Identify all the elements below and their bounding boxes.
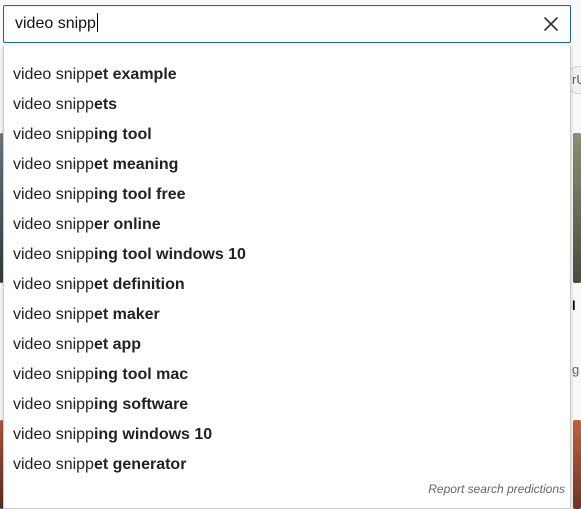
suggestion-prefix: video snipp [13,336,94,353]
suggestion-completion: et example [93,66,177,83]
suggestion-completion: ing tool mac [93,366,189,383]
suggestion-item[interactable]: video snippet generator [4,450,570,480]
suggestion-prefix: video snipp [13,126,94,143]
suggestion-prefix: video snipp [13,216,94,233]
suggestion-completion: ing tool [93,126,152,143]
suggestion-item[interactable]: video snipper online [4,210,570,240]
page: rU l g video snipp video snippet example… [0,0,581,509]
suggestion-item[interactable]: video snipping tool [4,120,570,150]
background-thumbnail [573,133,581,283]
suggestion-item[interactable]: video snipping tool mac [4,360,570,390]
suggestion-prefix: video snipp [13,186,94,203]
suggestion-prefix: video snipp [13,246,94,263]
suggestion-completion: er online [93,216,161,233]
suggestion-item[interactable]: video snippet maker [4,300,570,330]
suggestion-completion: et maker [93,306,160,323]
suggestion-completion: ing windows 10 [93,426,213,443]
suggestion-completion: et generator [93,456,187,473]
suggestion-item[interactable]: video snippets [4,90,570,120]
suggestion-completion: ing software [93,396,189,413]
suggestion-completion: ets [93,96,118,113]
suggestion-item[interactable]: video snippet meaning [4,150,570,180]
suggestion-prefix: video snipp [13,96,94,113]
suggestion-prefix: video snipp [13,306,94,323]
search-input[interactable]: video snipp [15,6,535,42]
suggestion-completion: et meaning [93,156,179,173]
suggestion-completion: ing tool free [93,186,186,203]
suggestion-prefix: video snipp [13,426,94,443]
search-query: video snipp [15,15,96,32]
suggestion-prefix: video snipp [13,366,94,383]
suggestion-list: video snippet example video snippets vid… [4,46,570,480]
suggestion-completion: et app [93,336,142,353]
suggestion-item[interactable]: video snippet definition [4,270,570,300]
background-text: l [572,298,576,313]
clear-search-button[interactable] [536,9,566,39]
suggestion-item[interactable]: video snipping windows 10 [4,420,570,450]
suggestion-prefix: video snipp [13,456,94,473]
background-thumbnail [573,420,581,509]
background-text: rU [572,72,581,87]
suggestion-item[interactable]: video snipping software [4,390,570,420]
background-text: g [572,362,580,377]
close-icon [544,17,558,31]
suggestion-prefix: video snipp [13,66,94,83]
suggestion-completion: ing tool windows 10 [93,246,246,263]
suggestion-item[interactable]: video snipping tool free [4,180,570,210]
suggestion-completion: et definition [93,276,185,293]
search-box[interactable]: video snipp [3,5,571,43]
text-caret [96,13,98,32]
suggestion-item[interactable]: video snippet app [4,330,570,360]
report-search-predictions-link[interactable]: Report search predictions [428,482,565,496]
suggestion-prefix: video snipp [13,156,94,173]
suggestion-prefix: video snipp [13,276,94,293]
suggestion-prefix: video snipp [13,396,94,413]
suggestions-dropdown: video snippet example video snippets vid… [3,46,571,509]
suggestion-item[interactable]: video snipping tool windows 10 [4,240,570,270]
suggestion-item[interactable]: video snippet example [4,60,570,90]
